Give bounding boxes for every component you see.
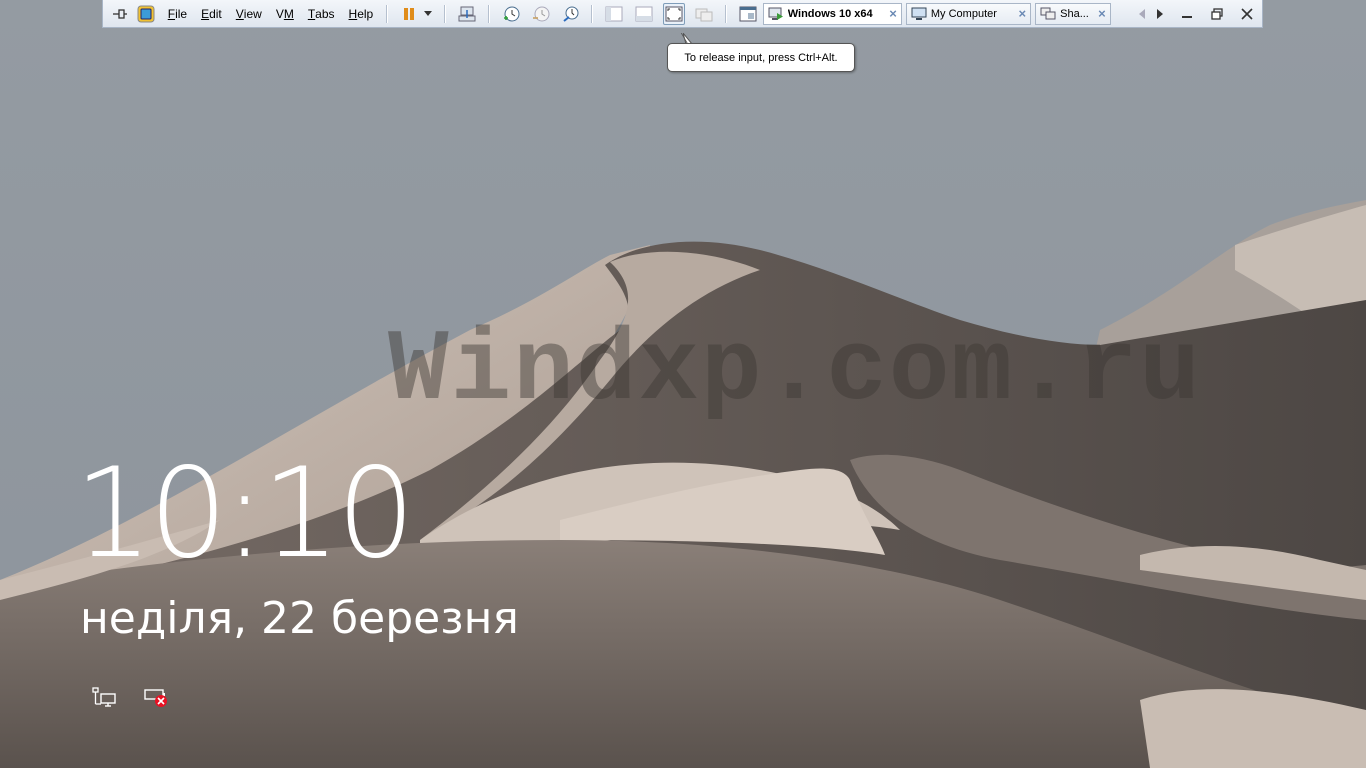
pin-icon[interactable] [109, 3, 131, 25]
send-ctrl-alt-del-icon[interactable] [456, 3, 478, 25]
vm-running-icon [768, 7, 783, 20]
menu-view[interactable]: View [229, 3, 269, 25]
computer-icon [911, 7, 927, 20]
release-input-tooltip: To release input, press Ctrl+Alt. [667, 43, 855, 72]
toolbar-separator [444, 4, 446, 23]
pause-icon[interactable] [398, 3, 420, 25]
tab-my-computer[interactable]: My Computer × [905, 2, 1032, 25]
show-library-icon[interactable] [603, 3, 625, 25]
toolbar-separator [591, 4, 594, 23]
vmware-fullscreen-toolbar: File Edit View VM Tabs Help Windows 10 x… [102, 0, 1263, 28]
close-icon[interactable]: × [889, 6, 897, 21]
toolbar-separator [724, 4, 727, 23]
close-icon[interactable]: × [1098, 6, 1106, 21]
lockscreen-date: неділя, 22 березня [80, 593, 519, 644]
snapshot-manager-icon[interactable] [560, 3, 582, 25]
revert-snapshot-icon[interactable] [530, 3, 552, 25]
console-view-icon[interactable] [737, 3, 759, 25]
watermark-text: Windxp.com.ru [388, 315, 1202, 429]
chevron-down-icon[interactable] [422, 3, 434, 25]
full-screen-icon[interactable] [663, 2, 686, 25]
tab-shared[interactable]: Sha... × [1035, 2, 1111, 25]
thumbnail-bar-icon[interactable] [633, 3, 655, 25]
menu-help[interactable]: Help [342, 3, 381, 25]
snapshot-icon[interactable] [500, 3, 522, 25]
lockscreen-time: 10:10 [74, 442, 415, 586]
toolbar-separator [386, 4, 389, 23]
restore-icon[interactable] [1206, 3, 1228, 25]
unity-icon[interactable] [693, 3, 715, 25]
toolbar-separator [487, 4, 490, 23]
minimize-icon[interactable] [1177, 3, 1199, 25]
menu-file[interactable]: File [161, 3, 194, 25]
menu-vm[interactable]: VM [269, 3, 301, 25]
tab-windows-10-x64[interactable]: Windows 10 x64 × [762, 2, 902, 25]
menu-edit[interactable]: Edit [194, 3, 229, 25]
shared-vms-icon [1040, 7, 1056, 19]
close-window-icon[interactable] [1236, 3, 1258, 25]
vm-icon[interactable] [135, 3, 157, 25]
battery-icon[interactable] [144, 686, 170, 708]
menu-tabs[interactable]: Tabs [301, 3, 342, 25]
close-icon[interactable]: × [1019, 6, 1027, 21]
network-icon[interactable] [92, 686, 118, 708]
scroll-right-icon[interactable] [1153, 3, 1167, 25]
scroll-left-icon[interactable] [1135, 3, 1149, 25]
